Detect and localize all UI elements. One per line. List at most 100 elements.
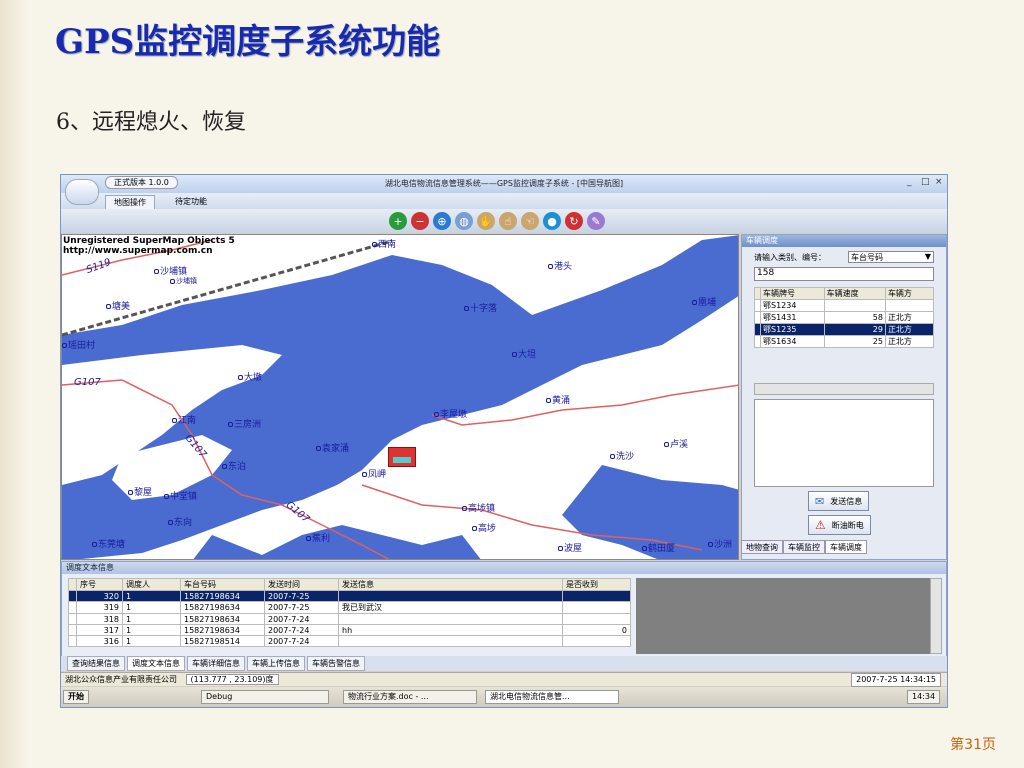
table-row[interactable]: 316 1 15827198514 2007-7-24 — [68, 635, 631, 647]
full-extent-globe-icon[interactable]: ● — [543, 212, 561, 230]
panel-header: 车辆调度 — [742, 235, 946, 247]
map-canvas — [62, 235, 738, 559]
col-header[interactable]: 车辆牌号 — [760, 287, 825, 300]
title-bar: 湖北电信物流信息管理系统——GPS监控调度子系统 - [中国导航图] _ □ × — [61, 175, 947, 193]
tab-vehicle-monitor[interactable]: 车辆监控 — [783, 540, 825, 554]
col-header[interactable]: 发送时间 — [264, 578, 339, 591]
app-window: 湖北电信物流信息管理系统——GPS监控调度子系统 - [中国导航图] _ □ ×… — [60, 174, 948, 708]
tab-vehicle-uploads[interactable]: 车辆上传信息 — [247, 656, 305, 671]
search-prompt: 请输入类别、编号： — [754, 253, 826, 262]
taskbar: 开始 Debug 物流行业方案.doc - ... 湖北电信物流信息管... 1… — [61, 687, 947, 707]
window-title: 湖北电信物流信息管理系统——GPS监控调度子系统 - [中国导航图] — [384, 179, 624, 188]
send-message-button[interactable]: ✉ 发送信息 — [808, 491, 870, 511]
coordinate-readout: (113.777 , 23.109)度 — [185, 674, 279, 685]
table-row[interactable]: 鄂S1234 — [754, 299, 935, 312]
taskbar-item-app[interactable]: 湖北电信物流信息管... — [485, 690, 619, 704]
tab-bar: 地图操作 待定功能 — [61, 193, 947, 209]
type-select-value: 车台号码 — [851, 253, 883, 262]
vehicle-marker-truck-icon[interactable] — [388, 447, 416, 467]
warning-icon: ⚠ — [815, 518, 826, 532]
map-place-label: 十字落 — [464, 301, 497, 314]
message-textarea[interactable] — [754, 399, 934, 487]
col-header[interactable]: 序号 — [76, 578, 123, 591]
table-row[interactable]: 319 1 15827198634 2007-7-25 我已到武汉 — [68, 601, 631, 614]
panel-tabs: 地物查询 车辆监控 车辆调度 — [741, 540, 947, 554]
vertical-scrollbar[interactable] — [930, 578, 942, 654]
status-datetime: 2007-7-25 14:34:15 — [851, 673, 941, 687]
tab-feature-query[interactable]: 地物查询 — [741, 540, 783, 554]
vehicle-search-input[interactable]: 158 — [754, 267, 934, 281]
road-label: G107 — [74, 377, 101, 388]
map-place-label: 凰埔 — [692, 295, 716, 308]
pointer-hand-icon[interactable]: ☜ — [521, 212, 539, 230]
map-place-label: 塘美 — [106, 299, 130, 312]
table-row[interactable]: 鄂S1431 58 正北方 — [754, 311, 935, 324]
tab-map-operations[interactable]: 地图操作 — [105, 195, 155, 209]
table-row[interactable]: 320 1 15827198634 2007-7-25 — [68, 590, 631, 602]
tab-dispatch-text[interactable]: 调度文本信息 — [127, 656, 185, 671]
vehicle-dispatch-panel: 车辆调度 请输入类别、编号： 车台号码 ▼ 158 车辆牌号 车辆速度 车辆方 鄂S1… — [741, 234, 947, 560]
map-place-label: 卢溪 — [664, 437, 688, 450]
tab-vehicle-alarms[interactable]: 车辆告警信息 — [307, 656, 365, 671]
select-hand-icon[interactable]: ☝ — [499, 212, 517, 230]
map-place-label: 瑶田村 — [62, 338, 95, 351]
map-place-label: 洗沙 — [610, 449, 634, 462]
table-row[interactable]: 317 1 15827198634 2007-7-24 hh 0 — [68, 624, 631, 636]
col-header[interactable]: 是否收到 — [562, 578, 631, 591]
col-header[interactable]: 车辆方 — [884, 287, 935, 300]
map-place-label: 李屋墩 — [434, 407, 467, 420]
taskbar-item-debug[interactable]: Debug — [201, 690, 329, 704]
globe-view-icon[interactable]: ◍ — [455, 212, 473, 230]
tab-query-results[interactable]: 查询结果信息 — [67, 656, 125, 671]
map-place-label: 高埗 — [472, 521, 496, 534]
version-label: 正式版本 1.0.0 — [105, 176, 178, 189]
col-header[interactable]: 车辆速度 — [823, 287, 886, 300]
map-place-label: 波屋 — [558, 541, 582, 554]
dispatch-table: 序号 调度人 车台号码 发送时间 发送信息 是否收到 320 1 15827198634 200… — [68, 578, 631, 647]
pan-hand-icon[interactable]: ✋ — [477, 212, 495, 230]
zoom-out-icon[interactable]: − — [411, 212, 429, 230]
measure-icon[interactable]: ✎ — [587, 212, 605, 230]
close-button[interactable]: × — [935, 177, 943, 187]
map-place-label: 西南 — [372, 237, 396, 250]
map-place-label: 高埗镇 — [462, 501, 495, 514]
minimize-button[interactable]: _ — [907, 177, 912, 187]
tab-vehicle-details[interactable]: 车辆详细信息 — [187, 656, 245, 671]
col-header[interactable]: 调度人 — [122, 578, 181, 591]
send-message-icon: ✉ — [815, 494, 825, 508]
refresh-icon[interactable]: ↻ — [565, 212, 583, 230]
table-row[interactable]: 鄂S1634 25 正北方 — [754, 335, 935, 348]
company-name: 湖北公众信息产业有限责任公司 — [65, 675, 177, 684]
map-place-label: 中堂镇 — [164, 489, 197, 502]
map-watermark-line2: http://www.supermap.com.cn — [63, 246, 213, 256]
dispatch-tabs: 查询结果信息 调度文本信息 车辆详细信息 车辆上传信息 车辆告警信息 — [61, 656, 947, 671]
map-view[interactable]: Unregistered SuperMap Objects 5 http://w… — [61, 234, 739, 560]
col-header[interactable]: 车台号码 — [180, 578, 265, 591]
maximize-button[interactable]: □ — [921, 177, 930, 187]
cut-power-button[interactable]: ⚠ 断油断电 — [808, 515, 871, 535]
horizontal-scrollbar[interactable] — [754, 383, 934, 395]
zoom-region-icon[interactable]: ⊕ — [433, 212, 451, 230]
map-place-label: 东泊 — [222, 459, 246, 472]
tab-vehicle-dispatch[interactable]: 车辆调度 — [825, 540, 867, 554]
table-row[interactable]: 鄂S1235 29 正北方 — [754, 323, 935, 336]
table-header: 序号 调度人 车台号码 发送时间 发送信息 是否收到 — [68, 578, 631, 591]
tab-pending-functions[interactable]: 待定功能 — [167, 195, 215, 209]
col-header[interactable]: 发送信息 — [338, 578, 563, 591]
type-select[interactable]: 车台号码 ▼ — [848, 251, 934, 263]
map-place-label: 黎屋 — [128, 485, 152, 498]
map-place-label: 港头 — [548, 259, 572, 272]
slide-title: GPS监控调度子系统功能 — [55, 22, 441, 62]
zoom-in-icon[interactable]: + — [389, 212, 407, 230]
dispatch-panel-header: 调度文本信息 — [62, 562, 946, 574]
map-place-label: 沙洲 — [708, 537, 732, 550]
table-row[interactable]: 318 1 15827198634 2007-7-24 — [68, 613, 631, 625]
map-place-label: 东莞塘 — [92, 537, 125, 550]
map-place-label: 三房洲 — [228, 417, 261, 430]
vehicle-table: 车辆牌号 车辆速度 车辆方 鄂S1234 鄂S1431 58 正北方 鄂S1235 29 正… — [754, 287, 935, 348]
taskbar-item-doc[interactable]: 物流行业方案.doc - ... — [343, 690, 477, 704]
table-header: 车辆牌号 车辆速度 车辆方 — [754, 287, 935, 300]
map-place-label: 东向 — [168, 515, 192, 528]
start-button[interactable]: 开始 — [63, 690, 89, 704]
map-watermark-line1: Unregistered SuperMap Objects 5 — [63, 236, 235, 246]
